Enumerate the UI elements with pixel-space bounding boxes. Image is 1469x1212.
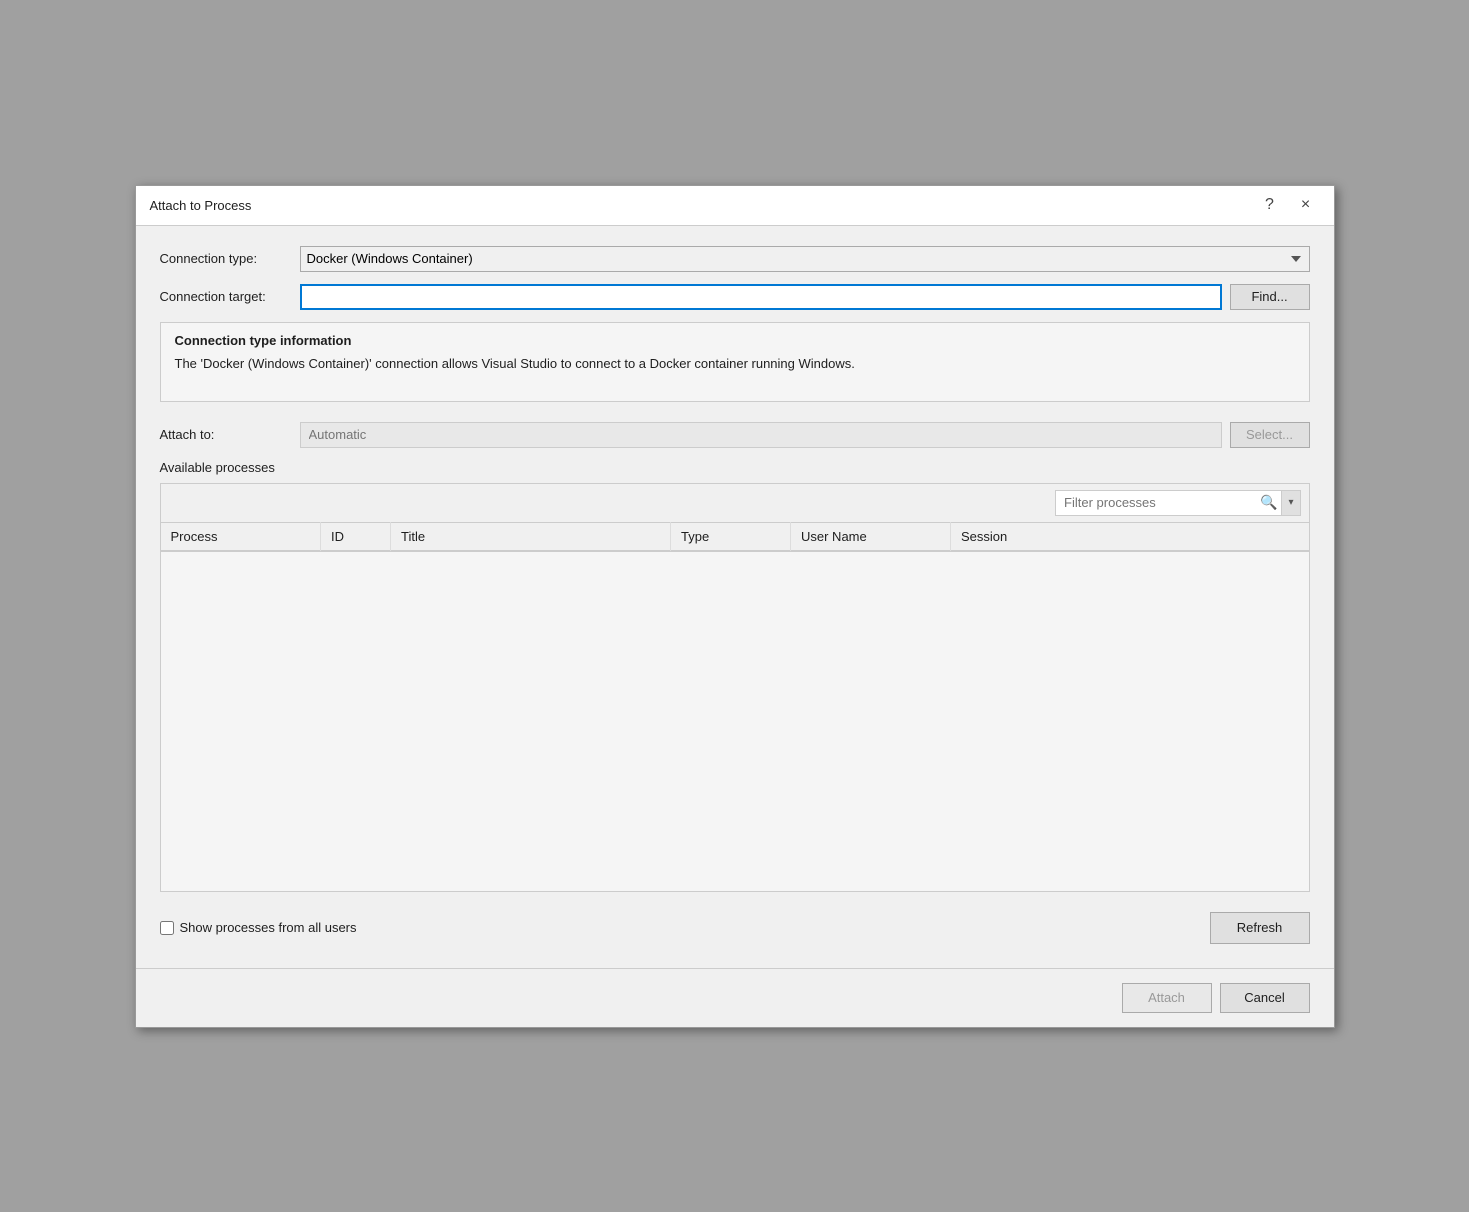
connection-type-select[interactable]: Docker (Windows Container) — [300, 246, 1310, 272]
col-username: User Name — [791, 522, 951, 550]
available-processes-label: Available processes — [160, 460, 1310, 475]
table-header-row: Process ID Title Type User Name Session — [161, 522, 1309, 550]
process-table: Process ID Title Type User Name Session — [161, 522, 1309, 551]
process-table-body — [161, 551, 1309, 891]
col-type: Type — [671, 522, 791, 550]
find-button[interactable]: Find... — [1230, 284, 1310, 310]
col-process: Process — [161, 522, 321, 550]
filter-dropdown-button[interactable]: ▾ — [1281, 491, 1299, 515]
cancel-button[interactable]: Cancel — [1220, 983, 1310, 1013]
search-icon: 🔍 — [1256, 494, 1281, 511]
info-box-title: Connection type information — [175, 333, 1295, 348]
attach-to-label: Attach to: — [160, 427, 300, 442]
attach-to-control: Select... — [300, 422, 1310, 448]
connection-info-box: Connection type information The 'Docker … — [160, 322, 1310, 402]
attach-to-row: Attach to: Select... — [160, 422, 1310, 448]
filter-input-wrapper: 🔍 ▾ — [1055, 490, 1300, 516]
attach-to-process-dialog: Attach to Process ? × Connection type: D… — [135, 185, 1335, 1028]
col-id: ID — [321, 522, 391, 550]
show-all-users-checkbox[interactable] — [160, 921, 174, 935]
dialog-title: Attach to Process — [150, 198, 252, 213]
attach-to-input — [300, 422, 1222, 448]
dialog-footer: Attach Cancel — [136, 968, 1334, 1027]
title-bar: Attach to Process ? × — [136, 186, 1334, 226]
connection-type-row: Connection type: Docker (Windows Contain… — [160, 246, 1310, 272]
refresh-button[interactable]: Refresh — [1210, 912, 1310, 944]
show-all-users-text: Show processes from all users — [180, 920, 357, 935]
filter-processes-input[interactable] — [1056, 495, 1256, 510]
info-box-text: The 'Docker (Windows Container)' connect… — [175, 354, 1295, 374]
dialog-body: Connection type: Docker (Windows Contain… — [136, 226, 1334, 968]
select-button[interactable]: Select... — [1230, 422, 1310, 448]
connection-type-control: Docker (Windows Container) — [300, 246, 1310, 272]
col-title: Title — [391, 522, 671, 550]
process-table-header: Process ID Title Type User Name Session — [161, 522, 1309, 550]
title-bar-right: ? × — [1256, 191, 1320, 219]
connection-target-row: Connection target: Find... — [160, 284, 1310, 310]
connection-target-input[interactable] — [300, 284, 1222, 310]
attach-button[interactable]: Attach — [1122, 983, 1212, 1013]
col-session: Session — [951, 522, 1309, 550]
filter-row: 🔍 ▾ — [161, 484, 1309, 522]
processes-container: 🔍 ▾ Process ID Title Type User Name Sess… — [160, 483, 1310, 892]
show-all-users-label[interactable]: Show processes from all users — [160, 920, 357, 935]
connection-target-label: Connection target: — [160, 289, 300, 304]
help-button[interactable]: ? — [1256, 191, 1284, 219]
bottom-bar: Show processes from all users Refresh — [160, 902, 1310, 948]
title-bar-left: Attach to Process — [150, 198, 252, 213]
connection-type-label: Connection type: — [160, 251, 300, 266]
close-button[interactable]: × — [1292, 191, 1320, 219]
connection-target-control: Find... — [300, 284, 1310, 310]
